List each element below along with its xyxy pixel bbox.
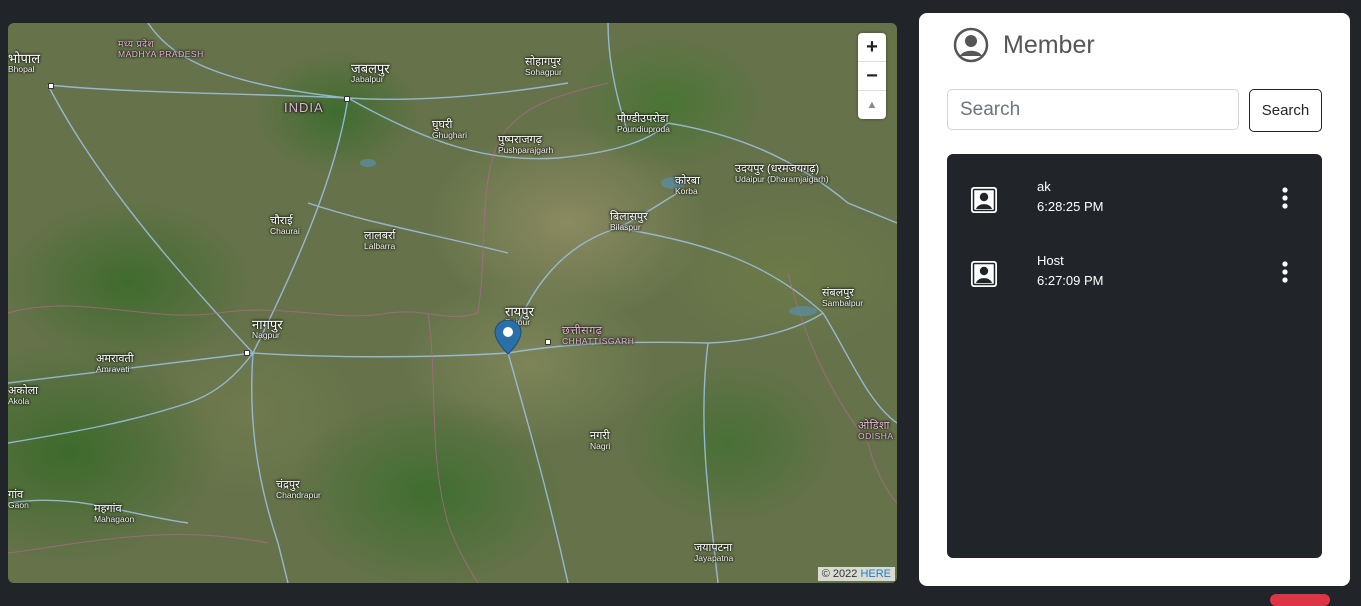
member-time: 6:27:09 PM [1037,273,1104,288]
member-item[interactable]: ak 6:28:25 PM [947,174,1322,226]
map-label-india: INDIA [284,100,324,115]
member-name: ak [1037,179,1051,194]
map-label-sambalpur: संबलपुर Sambalpur [822,287,864,308]
member-panel: Member Search ak 6:28:25 PM [919,13,1350,586]
member-name: Host [1037,253,1064,268]
city-dot [48,83,54,89]
map-label-akola: अकोला Akola [8,385,39,406]
map-view[interactable]: भोपाल Bhopal मध्य प्रदेश MADHYA PRADESH … [8,23,897,583]
map-label-korba: कोरबा Korba [675,175,700,196]
map-attribution: © 2022 HERE [817,567,895,581]
compass-button[interactable]: ▲ [858,91,886,119]
map-label-mahagaon: महगांव Mahagaon [94,503,135,524]
search-input[interactable] [947,89,1239,130]
map-label-pondi: पौण्डीउपरोडा Poundiuproda [617,113,670,134]
attribution-link[interactable]: HERE [860,568,891,580]
map-label-amravati: अमरावती Amravati [96,353,134,374]
search-button[interactable]: Search [1249,89,1322,132]
member-time: 6:28:25 PM [1037,199,1104,214]
map-label-nagri: नगरी Nagri [590,430,611,451]
zoom-controls: + − ▲ [858,33,886,119]
location-marker-icon[interactable] [494,319,522,355]
map-label-lalbarra: लालबर्रा Lalbarra [364,230,396,251]
red-badge [1270,594,1330,606]
map-label-odisha: ओडिशा ODISHA [858,420,894,441]
city-dot [545,339,551,345]
map-label-gaon: गांव Gaon [8,489,29,510]
panel-header: Member [953,27,1095,63]
member-item[interactable]: Host 6:27:09 PM [947,248,1322,300]
city-dot [344,96,350,102]
attribution-text: © 2022 [821,568,858,580]
map-label-jabalpur: जबलपुर Jabalpur [351,61,390,84]
panel-title: Member [1003,30,1095,59]
more-vertical-icon[interactable] [1280,260,1290,286]
user-square-icon [971,261,997,287]
map-label-jayapatna: जयापटना Jayapatna [694,542,734,563]
map-label-pushparajgarh: पुष्पराजगढ़ Pushparajgarh [498,134,554,155]
map-label-bilaspur: बिलासपुर Bilaspur [610,211,648,232]
city-dot [244,350,250,356]
map-label-bhopal: भोपाल Bhopal [8,51,41,74]
map-label-ghughri: घुघरी Ghughari [432,119,467,140]
map-label-chandrapur: चंद्रपुर Chandrapur [276,479,321,500]
user-circle-icon [953,27,989,63]
zoom-out-button[interactable]: − [858,62,886,91]
map-label-udaipur: उदयपुर (धरमजयगढ़) Udaipur (Dharamjaigarh… [735,163,829,184]
zoom-in-button[interactable]: + [858,33,886,62]
map-roads [8,23,897,583]
map-label-mp: मध्य प्रदेश MADHYA PRADESH [118,39,204,59]
map-label-sohagpur: सोहागपुर Sohagpur [525,56,562,77]
user-square-icon [971,187,997,213]
map-label-chaurai: चौराई Chaurai [270,215,300,236]
more-vertical-icon[interactable] [1280,186,1290,212]
map-label-chhattisgarh: छत्तीसगढ़ CHHATTISGARH [562,325,635,346]
map-label-nagpur: नागपुर Nagpur [252,317,283,340]
member-list: ak 6:28:25 PM Host 6:27:09 PM [947,154,1322,558]
